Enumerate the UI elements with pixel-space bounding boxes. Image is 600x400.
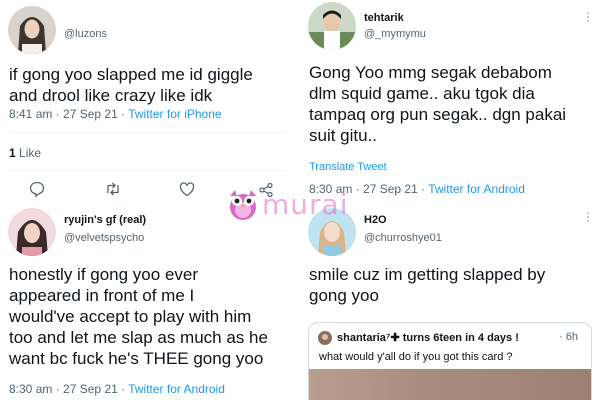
tweet-text-line: dlm squid game.. aku tgok dia — [309, 84, 535, 103]
watermark: murai — [226, 182, 402, 228]
quoted-avatar[interactable] — [318, 331, 332, 345]
divider — [9, 132, 285, 133]
tweet-text-line: suit gitu.. — [309, 126, 378, 145]
tweet-card-h2o[interactable]: H2O @churroshye01 ⋮ smile cuz im getting… — [300, 200, 600, 400]
watermark-text: murai — [262, 188, 349, 221]
more-options-icon[interactable]: ⋮ — [582, 210, 595, 224]
more-options-icon[interactable]: ⋮ — [582, 10, 595, 24]
tweet-meta: 8:41 am · 27 Sep 21 · Twitter for iPhone — [9, 107, 222, 121]
user-handle[interactable]: @_mymymu — [364, 28, 426, 40]
tweet-text: if gong yoo slapped me id giggle and dro… — [9, 64, 289, 106]
tweet-text-line: Gong Yoo mmg segak debabom — [309, 63, 552, 82]
like-count[interactable]: 1 Like — [9, 146, 41, 160]
avatar[interactable] — [308, 2, 356, 50]
tweet-timestamp[interactable]: 8:41 am · 27 Sep 21 · — [9, 107, 128, 121]
tweet-source[interactable]: Twitter for iPhone — [128, 107, 221, 121]
avatar[interactable] — [8, 208, 56, 256]
like-count-label: Like — [15, 146, 42, 160]
tweet-card-luzons[interactable]: @luzons if gong yoo slapped me id giggle… — [0, 0, 292, 200]
user-handle[interactable]: @churroshye01 — [364, 232, 442, 244]
user-handle[interactable]: @velvetspsycho — [64, 232, 144, 244]
tweet-text-line: and drool like crazy like idk — [9, 86, 213, 105]
retweet-icon[interactable] — [104, 180, 122, 198]
user-handle[interactable]: @luzons — [64, 28, 107, 40]
quoted-display-name[interactable]: shantaria⁷✚ turns 6teen in 4 days ! — [337, 331, 519, 344]
tweet-card-tehtarik[interactable]: tehtarik @_mymymu ⋮ Gong Yoo mmg segak d… — [300, 0, 600, 200]
reply-icon[interactable] — [28, 180, 46, 198]
tweet-source[interactable]: Twitter for Android — [128, 382, 225, 396]
tweet-text-line: smile cuz im getting slapped by — [309, 265, 546, 284]
divider — [9, 170, 285, 171]
tweet-text: smile cuz im getting slapped by gong yoo — [309, 264, 599, 306]
translate-tweet-link[interactable]: Translate Tweet — [309, 161, 387, 173]
tweet-text-line: if gong yoo slapped me id giggle — [9, 65, 253, 84]
tweet-text: honestly if gong yoo ever appeared in fr… — [9, 264, 292, 369]
tweet-text-line: would've accept to play with him — [9, 307, 252, 326]
tweet-text-line: gong yoo — [309, 286, 379, 305]
display-name[interactable]: ryujin's gf (real) — [64, 214, 146, 226]
like-count-number: 1 — [9, 146, 16, 160]
tweet-text-line: too and let me slap as much as he — [9, 328, 268, 347]
quoted-media[interactable] — [309, 369, 591, 400]
tweet-text-line: tampaq org pun segak.. dgn pakai — [309, 105, 567, 124]
owl-logo-icon — [230, 190, 256, 220]
display-name[interactable]: tehtarik — [364, 12, 404, 24]
tweet-text-line: appeared in front of me I — [9, 286, 195, 305]
tweet-timestamp[interactable]: 8:30 am · 27 Sep 21 · — [9, 382, 128, 396]
quoted-time[interactable]: · 6h — [559, 331, 578, 343]
tweet-text: Gong Yoo mmg segak debabom dlm squid gam… — [309, 62, 599, 146]
tweet-card-ryujins-gf[interactable]: ryujin's gf (real) @velvetspsycho honest… — [0, 200, 292, 400]
quoted-tweet[interactable]: shantaria⁷✚ turns 6teen in 4 days ! · 6h… — [308, 322, 592, 400]
like-icon[interactable] — [178, 180, 196, 198]
quoted-tweet-text: what would y'all do if you got this card… — [319, 351, 513, 363]
tweet-meta: 8:30 am · 27 Sep 21 · Twitter for Androi… — [9, 382, 225, 396]
tweet-source[interactable]: Twitter for Android — [428, 182, 525, 196]
avatar[interactable] — [8, 6, 56, 54]
tweet-text-line: honestly if gong yoo ever — [9, 265, 199, 284]
tweet-text-line: want bc fuck he's THEE gong yoo — [9, 349, 264, 368]
